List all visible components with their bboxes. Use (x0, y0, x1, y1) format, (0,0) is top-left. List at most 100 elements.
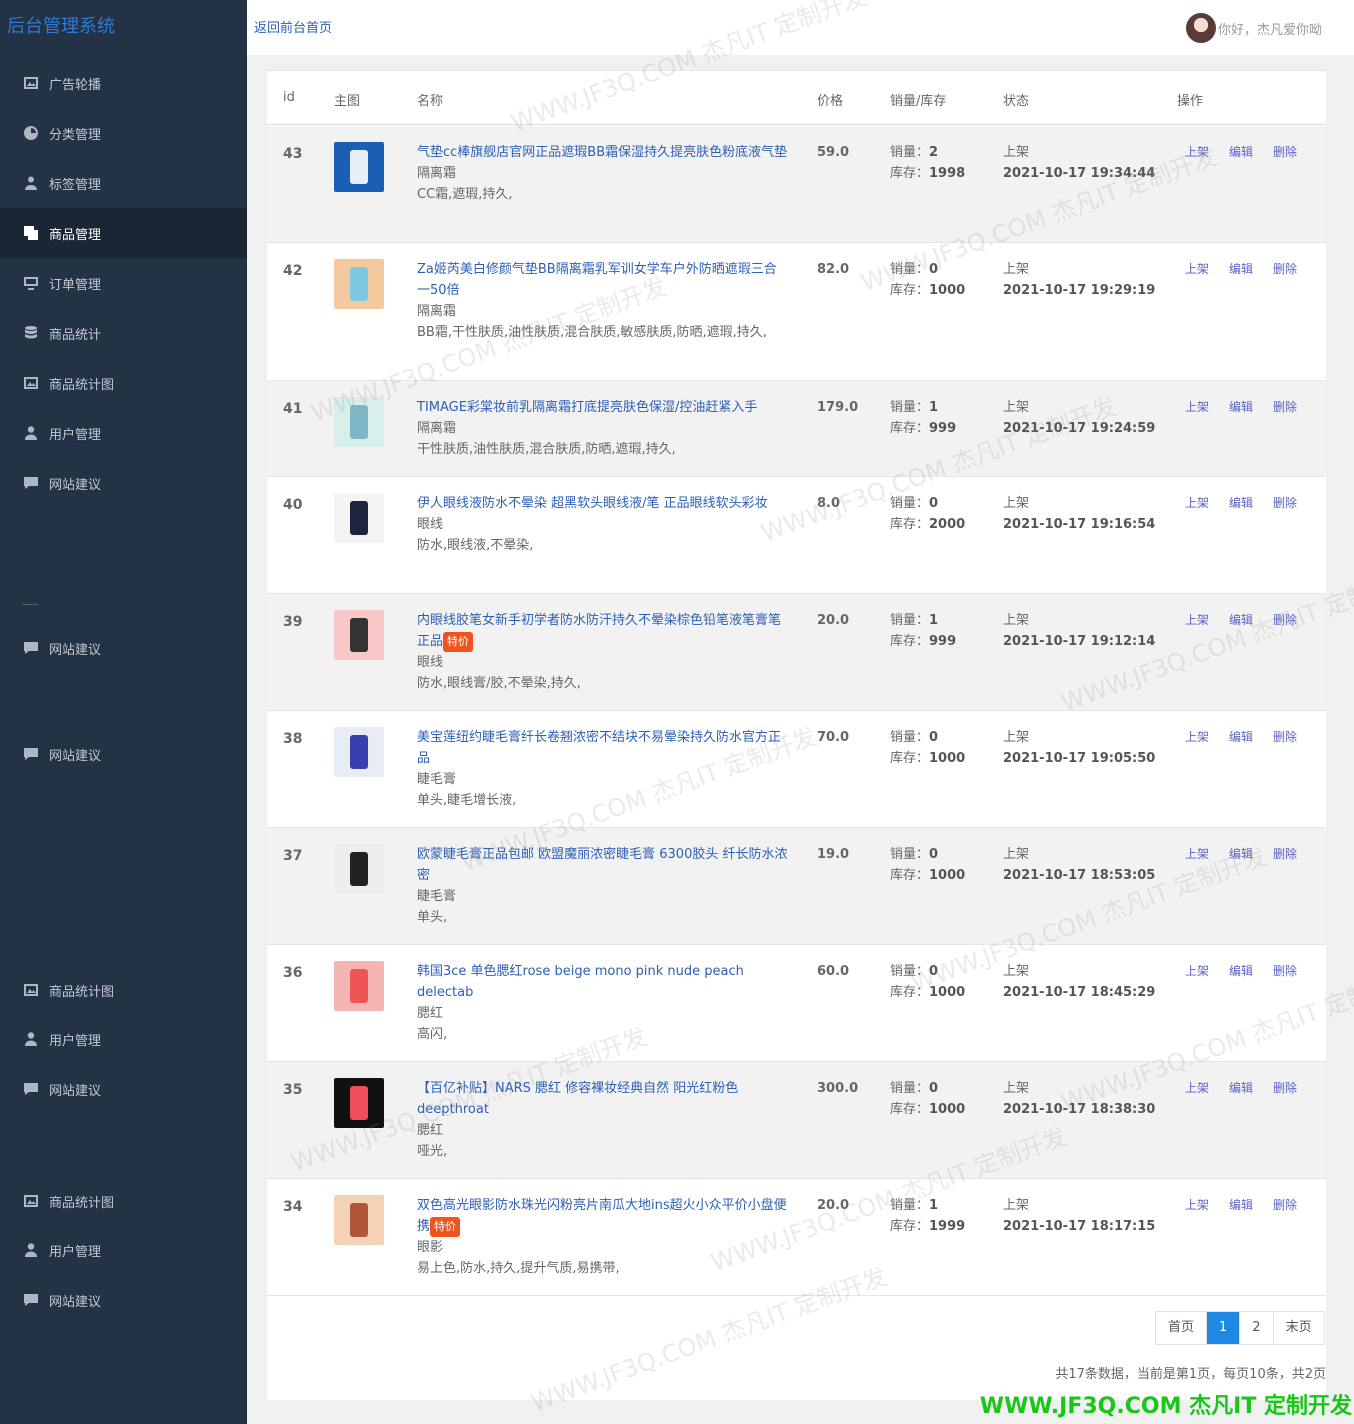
sidebar-item-16[interactable]: 网站建议 (0, 1275, 247, 1325)
product-thumbnail[interactable] (334, 142, 384, 192)
list-on-button[interactable]: 上架 (1185, 1078, 1229, 1099)
status-badge: 上架 (1003, 613, 1030, 628)
product-info: Za姬芮美白修颜气垫BB隔离霜乳军训女学车户外防晒遮瑕三合一50倍 隔离霜 BB霜,… (417, 259, 789, 343)
sales-stock: 销量：2 库存：1998 (890, 142, 965, 184)
updated-time: 2021-10-17 19:34:44 (1003, 166, 1156, 181)
sidebar-item-12[interactable]: 用户管理 (0, 1014, 247, 1064)
table-row: 43 气垫cc棒旗舰店官网正品遮瑕BB霜保湿持久提亮肤色粉底液气垫 隔离霜 CC霜,遮… (267, 126, 1326, 243)
product-name-link[interactable]: 美宝莲纽约睫毛膏纤长卷翘浓密不结块不易晕染持久防水官方正品 (417, 730, 781, 766)
sidebar-item-15[interactable]: 用户管理 (0, 1225, 247, 1275)
product-name-link[interactable]: TIMAGE彩棠妆前乳隔离霜打底提亮肤色保湿/控油赶紧入手 (417, 400, 757, 415)
product-category: 隔离霜 (417, 166, 457, 181)
sales-value: 1 (929, 613, 939, 628)
product-thumbnail[interactable] (334, 844, 384, 894)
delete-button[interactable]: 删除 (1273, 961, 1317, 982)
sales-stock: 销量：1 库存：999 (890, 610, 956, 652)
col-status-header: 状态 (1003, 94, 1030, 109)
delete-button[interactable]: 删除 (1273, 1078, 1317, 1099)
row-actions: 上架 编辑 删除 (1185, 1078, 1317, 1099)
sidebar-item-10[interactable]: 网站建议 (0, 729, 247, 779)
delete-button[interactable]: 删除 (1273, 610, 1317, 631)
sidebar-item-3[interactable]: 商品管理 (0, 208, 247, 258)
list-on-button[interactable]: 上架 (1185, 1195, 1229, 1216)
sidebar-item-8[interactable]: 网站建议 (0, 458, 247, 508)
delete-button[interactable]: 删除 (1273, 844, 1317, 865)
sidebar-item-11[interactable]: 商品统计图 (0, 965, 247, 1015)
last-page-button[interactable]: 末页 (1273, 1312, 1324, 1344)
user-tag-icon (22, 174, 40, 192)
list-on-button[interactable]: 上架 (1185, 610, 1229, 631)
stock-label: 库存： (890, 283, 930, 298)
sales-label: 销量： (890, 400, 930, 415)
edit-button[interactable]: 编辑 (1229, 610, 1273, 631)
edit-button[interactable]: 编辑 (1229, 1078, 1273, 1099)
list-on-button[interactable]: 上架 (1185, 727, 1229, 748)
product-thumbnail[interactable] (334, 1078, 384, 1128)
status-badge: 上架 (1003, 730, 1030, 745)
sidebar-item-1[interactable]: 分类管理 (0, 108, 247, 158)
row-actions: 上架 编辑 删除 (1185, 727, 1317, 748)
product-name-link[interactable]: 伊人眼线液防水不晕染 超黑软头眼线液/笔 正品眼线软头彩妆 (417, 496, 768, 511)
list-on-button[interactable]: 上架 (1185, 493, 1229, 514)
delete-button[interactable]: 删除 (1273, 397, 1317, 418)
edit-button[interactable]: 编辑 (1229, 397, 1273, 418)
edit-button[interactable]: 编辑 (1229, 142, 1273, 163)
edit-button[interactable]: 编辑 (1229, 1195, 1273, 1216)
edit-button[interactable]: 编辑 (1229, 259, 1273, 280)
product-thumbnail[interactable] (334, 961, 384, 1011)
delete-button[interactable]: 删除 (1273, 493, 1317, 514)
sidebar-item-4[interactable]: 订单管理 (0, 258, 247, 308)
list-on-button[interactable]: 上架 (1185, 844, 1229, 865)
delete-button[interactable]: 删除 (1273, 259, 1317, 280)
sidebar-item-13[interactable]: 网站建议 (0, 1064, 247, 1114)
status-badge: 上架 (1003, 1198, 1030, 1213)
status-info: 上架 2021-10-17 18:38:30 (1003, 1078, 1155, 1120)
edit-button[interactable]: 编辑 (1229, 844, 1273, 865)
product-thumbnail[interactable] (334, 259, 384, 309)
sidebar-item-0[interactable]: 广告轮播 (0, 58, 247, 108)
list-on-button[interactable]: 上架 (1185, 259, 1229, 280)
product-name-link[interactable]: 韩国3ce 单色腮红rose beige mono pink nude peac… (417, 964, 744, 1000)
edit-button[interactable]: 编辑 (1229, 493, 1273, 514)
product-name-link[interactable]: 【百亿补贴】NARS 腮红 修容裸妆经典自然 阳光红粉色deepthroat (417, 1081, 738, 1117)
sidebar-item-9[interactable]: 网站建议 (0, 623, 247, 673)
product-thumbnail[interactable] (334, 397, 384, 447)
status-info: 上架 2021-10-17 19:34:44 (1003, 142, 1155, 184)
delete-button[interactable]: 删除 (1273, 1195, 1317, 1216)
stock-value: 1000 (929, 751, 966, 766)
product-thumbnail[interactable] (334, 727, 384, 777)
sidebar-item-5[interactable]: 商品统计 (0, 308, 247, 358)
page-2-button[interactable]: 2 (1240, 1312, 1274, 1344)
product-thumbnail[interactable] (334, 493, 384, 543)
product-name-link[interactable]: 双色高光眼影防水珠光闪粉亮片南瓜大地ins超火小众平价小盘便携 (417, 1198, 787, 1234)
edit-button[interactable]: 编辑 (1229, 727, 1273, 748)
special-price-badge: 特价 (443, 631, 474, 652)
delete-button[interactable]: 删除 (1273, 727, 1317, 748)
product-name-link[interactable]: 气垫cc棒旗舰店官网正品遮瑕BB霜保湿持久提亮肤色粉底液气垫 (417, 145, 787, 160)
status-badge: 上架 (1003, 1081, 1030, 1096)
edit-button[interactable]: 编辑 (1229, 961, 1273, 982)
sidebar-item-7[interactable]: 用户管理 (0, 408, 247, 458)
product-thumbnail[interactable] (334, 1195, 384, 1245)
list-on-button[interactable]: 上架 (1185, 961, 1229, 982)
sales-stock: 销量：1 库存：1999 (890, 1195, 965, 1237)
sidebar-item-2[interactable]: 标签管理 (0, 158, 247, 208)
delete-button[interactable]: 删除 (1273, 142, 1317, 163)
comment-icon (22, 639, 40, 657)
back-to-home-link[interactable]: 返回前台首页 (254, 17, 332, 36)
sidebar-item-14[interactable]: 商品统计图 (0, 1176, 247, 1226)
list-on-button[interactable]: 上架 (1185, 397, 1229, 418)
sidebar-item-6[interactable]: 商品统计图 (0, 358, 247, 408)
product-thumbnail[interactable] (334, 610, 384, 660)
status-info: 上架 2021-10-17 18:45:29 (1003, 961, 1155, 1003)
image-icon (22, 374, 40, 392)
first-page-button[interactable]: 首页 (1156, 1312, 1208, 1344)
product-name-link[interactable]: 欧蒙睫毛膏正品包邮 欧盟魔丽浓密睫毛膏 6300胶头 纤长防水浓密 (417, 847, 787, 883)
sidebar-item-label: 商品统计 (49, 327, 102, 343)
sidebar-item-label: 用户管理 (49, 1033, 102, 1049)
page-1-button[interactable]: 1 (1207, 1312, 1241, 1344)
product-name-link[interactable]: Za姬芮美白修颜气垫BB隔离霜乳军训女学车户外防晒遮瑕三合一50倍 (417, 262, 777, 298)
user-menu[interactable]: 你好，杰凡爱你呦 (1185, 13, 1322, 43)
avatar[interactable] (1185, 13, 1216, 43)
list-on-button[interactable]: 上架 (1185, 142, 1229, 163)
